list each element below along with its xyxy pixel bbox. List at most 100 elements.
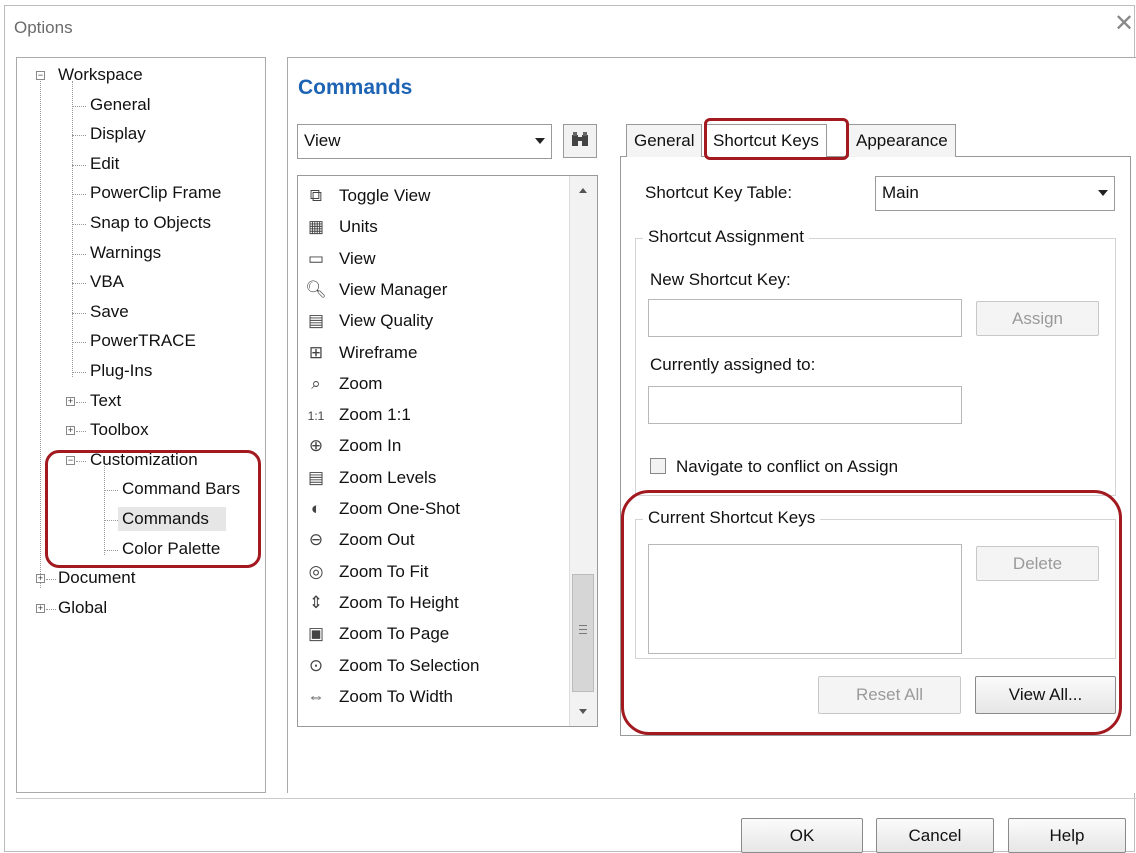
tree-item-warnings[interactable]: Warnings xyxy=(90,243,161,263)
tree-line xyxy=(72,372,86,373)
view-manager-icon: 🔍︎ xyxy=(305,279,327,299)
tab-general[interactable]: General xyxy=(626,124,703,157)
binoculars-icon xyxy=(572,132,588,146)
highlight-customization xyxy=(45,450,261,568)
tree-item-vba[interactable]: VBA xyxy=(90,272,124,292)
ok-button[interactable]: OK xyxy=(741,818,863,853)
list-item-label: Zoom To Width xyxy=(339,686,454,706)
zoom-one-shot-icon: ◐ xyxy=(310,499,322,518)
list-item[interactable]: ▤ Zoom Levels xyxy=(305,468,436,488)
commands-list-scrollbar[interactable] xyxy=(569,176,597,726)
zoom-to-page-icon: ▣ xyxy=(307,624,325,644)
list-item[interactable]: ▭ View xyxy=(305,249,376,269)
list-item[interactable]: ◐ Zoom One-Shot xyxy=(305,499,460,519)
zoom-icon: ⌕ xyxy=(311,373,321,393)
list-item[interactable]: ⧉ Toggle View xyxy=(305,186,430,206)
tree-line xyxy=(76,401,86,403)
new-shortcut-key-input[interactable] xyxy=(648,299,962,337)
list-item[interactable]: ⊙ Zoom To Selection xyxy=(305,655,480,676)
chevron-down-icon xyxy=(535,138,545,144)
tree-line xyxy=(72,312,86,314)
tree-item-plug-ins[interactable]: Plug-Ins xyxy=(90,361,152,381)
collapse-icon[interactable]: − xyxy=(36,71,45,80)
tree-item-edit[interactable]: Edit xyxy=(90,154,119,174)
list-item[interactable]: ▤ View Quality xyxy=(305,311,433,331)
tree-item-toolbox[interactable]: Toolbox xyxy=(90,420,149,440)
tree-item-save[interactable]: Save xyxy=(90,302,129,322)
list-item[interactable]: ⇔ Zoom To Width xyxy=(305,686,454,707)
tree-item-workspace[interactable]: Workspace xyxy=(58,65,143,85)
list-item[interactable]: ⌕ Zoom xyxy=(305,374,382,394)
close-icon[interactable]: ✕ xyxy=(1114,12,1134,36)
tree-item-powerclip-frame[interactable]: PowerClip Frame xyxy=(90,183,221,203)
list-item-label: Zoom One-Shot xyxy=(339,499,460,518)
list-item-label: Units xyxy=(339,217,378,237)
list-item[interactable]: ◎ Zoom To Fit xyxy=(305,561,429,582)
list-item-label: Zoom To Fit xyxy=(339,561,429,581)
list-item[interactable]: ⇕ Zoom To Height xyxy=(305,593,459,613)
find-button[interactable] xyxy=(563,124,597,158)
scroll-up-icon[interactable] xyxy=(579,188,587,193)
tree-item-global[interactable]: Global xyxy=(58,598,107,618)
tree-line xyxy=(46,608,56,610)
dialog-title: Options xyxy=(14,18,73,37)
tree-line xyxy=(72,283,86,285)
list-item-label: Zoom 1:1 xyxy=(339,405,411,425)
shortcut-assignment-title: Shortcut Assignment xyxy=(643,227,809,247)
scrollbar-thumb[interactable] xyxy=(572,574,594,692)
list-item-label: View Manager xyxy=(339,279,448,299)
list-item[interactable]: ▣ Zoom To Page xyxy=(305,624,449,644)
assign-button[interactable]: Assign xyxy=(976,301,1099,336)
new-shortcut-key-label: New Shortcut Key: xyxy=(650,270,791,289)
tree-line xyxy=(72,135,86,137)
footer-separator xyxy=(16,798,1136,799)
tree-item-document[interactable]: Document xyxy=(58,568,135,588)
tree-item-general[interactable]: General xyxy=(90,95,150,115)
list-item-label: View xyxy=(339,248,376,268)
shortcut-table-combo[interactable]: Main xyxy=(875,176,1115,211)
tree-item-text[interactable]: Text xyxy=(90,391,121,411)
tree-line xyxy=(72,81,73,377)
list-item-label: Zoom Levels xyxy=(339,467,437,487)
expand-icon[interactable]: + xyxy=(66,426,75,436)
list-item[interactable]: ⊕ Zoom In xyxy=(305,436,401,456)
expand-icon[interactable]: + xyxy=(36,603,45,613)
shortcut-table-label: Shortcut Key Table: xyxy=(645,183,793,202)
list-item-label: Zoom To Page xyxy=(339,624,450,644)
currently-assigned-label: Currently assigned to: xyxy=(650,355,816,374)
highlight-shortcut-tab xyxy=(704,118,849,160)
list-item[interactable]: ⊖ Zoom Out xyxy=(305,530,415,550)
expand-icon[interactable]: + xyxy=(66,396,75,406)
zoom-1-1-icon: 1:1 xyxy=(307,409,325,424)
zoom-to-selection-icon: ⊙ xyxy=(308,655,324,675)
navigate-conflict-checkbox[interactable] xyxy=(650,458,666,474)
list-item[interactable]: 1:1 Zoom 1:1 xyxy=(305,405,411,426)
cancel-button[interactable]: Cancel xyxy=(876,818,994,853)
tree-line xyxy=(72,224,86,225)
highlight-current-shortcuts xyxy=(621,490,1122,735)
chevron-down-icon xyxy=(1098,190,1108,196)
tree-line xyxy=(72,194,86,196)
list-item[interactable]: ⊞ Wireframe xyxy=(305,343,418,363)
tab-appearance[interactable]: Appearance xyxy=(848,124,956,157)
tree-item-powertrace[interactable]: PowerTRACE xyxy=(90,331,196,351)
page-title: Commands xyxy=(298,76,413,99)
currently-assigned-field xyxy=(648,386,962,424)
view-icon: ▭ xyxy=(307,248,325,268)
zoom-to-width-icon: ⇔ xyxy=(307,686,325,706)
list-item[interactable]: ▦ Units xyxy=(305,217,378,237)
tree-line xyxy=(72,342,86,344)
category-combo[interactable]: View xyxy=(297,124,552,159)
tree-line xyxy=(46,579,56,581)
list-item-label: Zoom To Selection xyxy=(339,655,480,675)
help-button[interactable]: Help xyxy=(1008,818,1126,853)
tree-item-display[interactable]: Display xyxy=(90,124,146,144)
tree-line xyxy=(72,164,86,166)
expand-icon[interactable]: + xyxy=(36,574,45,584)
tree-line xyxy=(72,253,86,255)
tree-line xyxy=(40,81,41,589)
scroll-down-icon[interactable] xyxy=(579,709,587,714)
list-item[interactable]: 🔍︎ View Manager xyxy=(305,280,447,300)
tree-item-snap-to-objects[interactable]: Snap to Objects xyxy=(90,213,211,233)
units-icon: ▦ xyxy=(307,217,325,237)
